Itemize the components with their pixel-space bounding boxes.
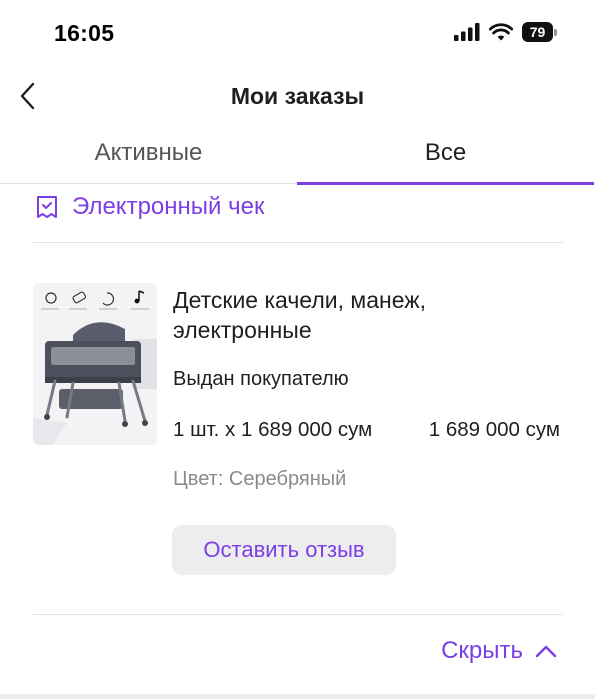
- baby-crib-image: [33, 283, 157, 445]
- electronic-receipt-link[interactable]: Электронный чек: [36, 193, 264, 221]
- quantity-price: 1 шт. x 1 689 000 сум: [173, 418, 373, 441]
- tab-all[interactable]: Все: [297, 126, 594, 185]
- status-bar: 16:05 79: [0, 0, 595, 68]
- cellular-signal-icon: [454, 23, 480, 41]
- product-title[interactable]: Детские качели, манеж, электронные: [173, 285, 553, 345]
- divider: [33, 242, 563, 243]
- battery-level: 79: [522, 22, 553, 42]
- bottom-strip: [0, 694, 595, 699]
- status-icons: 79: [454, 22, 557, 42]
- hide-toggle[interactable]: Скрыть: [441, 637, 557, 665]
- status-time: 16:05: [54, 20, 115, 46]
- divider: [33, 614, 563, 615]
- wifi-icon: [489, 23, 513, 41]
- chevron-up-icon: [535, 645, 557, 658]
- order-status: Выдан покупателю: [173, 368, 349, 390]
- total-price: 1 689 000 сум: [428, 418, 560, 441]
- tab-active[interactable]: Активные: [0, 126, 297, 183]
- hide-label: Скрыть: [441, 637, 523, 664]
- battery-icon: 79: [522, 22, 557, 42]
- receipt-icon: [37, 196, 57, 218]
- receipt-label: Электронный чек: [72, 193, 265, 220]
- order-tabs: Активные Все: [0, 126, 595, 185]
- product-image[interactable]: [33, 283, 157, 445]
- header: Мои заказы: [0, 68, 595, 126]
- page-title: Мои заказы: [230, 83, 365, 109]
- leave-review-button[interactable]: Оставить отзыв: [172, 525, 396, 575]
- product-color: Цвет: Серебряный: [173, 468, 347, 490]
